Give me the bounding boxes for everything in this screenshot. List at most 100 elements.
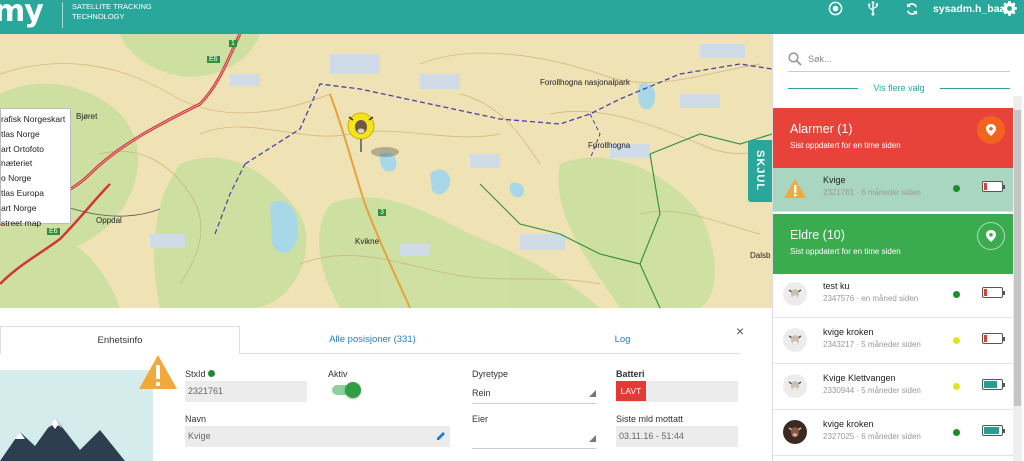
layer-option[interactable]: tlas Norge [1, 127, 70, 142]
battery-level [984, 335, 988, 342]
battery-nub [1003, 429, 1005, 433]
cow-icon [788, 289, 802, 299]
top-bar: my SATELLITE TRACKING TECHNOLOGY sysadm.… [0, 0, 1024, 34]
map-pin-icon[interactable] [977, 222, 1005, 250]
alarm-group-subtitle: Sist oppdatert for en time siden [790, 141, 901, 150]
aktiv-label: Aktiv [328, 369, 348, 379]
item-name: test ku [823, 281, 850, 291]
battery-level [984, 289, 988, 296]
status-dot [953, 383, 960, 390]
chevron-down-icon [589, 390, 596, 397]
map-layer-menu[interactable]: rafisk Norgeskart tlas Norge art Ortofot… [0, 108, 71, 228]
device-list-item[interactable]: kvige kroken 2343217 · 5 måneder siden [773, 320, 1013, 364]
status-dot [953, 337, 960, 344]
last-message-label: Siste mld mottatt [616, 414, 684, 424]
dyretype-value: Rein [472, 388, 491, 398]
old-group-header[interactable]: Eldre (10) Sist oppdatert for en time si… [773, 214, 1013, 274]
map-pin-icon[interactable] [977, 116, 1005, 144]
battery-nub [1003, 291, 1005, 295]
layer-option[interactable]: næteriet [1, 156, 70, 171]
layer-option[interactable]: o Norge [1, 171, 70, 186]
tab-device-info[interactable]: Enhetsinfo [0, 326, 240, 354]
avatar [783, 282, 807, 306]
layer-option[interactable]: street map [1, 216, 70, 231]
sidebar-scrollbar[interactable] [1013, 96, 1022, 461]
item-name: kvige kroken [823, 327, 874, 337]
alarm-group-header[interactable]: Alarmer (1) Sist oppdatert for en time s… [773, 108, 1013, 168]
item-name: Kvige [823, 175, 846, 185]
scrollbar-thumb[interactable] [1014, 110, 1021, 406]
stxid-field: 2321761 [185, 381, 307, 402]
battery-icon [982, 287, 1005, 298]
device-list-item[interactable]: test ku 2347576 · en måned siden [773, 274, 1013, 318]
device-list-item[interactable]: kvige kroken 2327025 · 6 måneder siden [773, 412, 1013, 456]
status-dot [953, 429, 960, 436]
battery-icon [982, 425, 1005, 436]
tab-log[interactable]: Log [505, 326, 740, 354]
avatar [783, 420, 807, 444]
layer-option[interactable]: art Ortofoto [1, 142, 70, 157]
place-label: Kvikne [355, 237, 380, 246]
battery-nub [1003, 383, 1005, 387]
alarm-list-item[interactable]: Kvige 2321761 · 6 måneder siden [773, 168, 1013, 212]
tab-all-positions[interactable]: Alle posisjoner (331) [240, 326, 505, 354]
dyretype-select[interactable]: Rein [472, 383, 596, 404]
close-panel-button[interactable]: × [736, 323, 744, 339]
item-name: Kvige Klettvangen [823, 373, 896, 383]
item-subtitle: 2347576 · en måned siden [823, 294, 919, 303]
hide-sidebar-tab[interactable]: SKJUL [748, 140, 772, 202]
usb-icon[interactable] [864, 0, 882, 17]
map-canvas[interactable] [0, 34, 772, 308]
animal-marker[interactable] [347, 112, 399, 157]
layer-option[interactable]: art Norge [1, 201, 70, 216]
battery-icon [982, 181, 1005, 192]
navn-label: Navn [185, 414, 207, 424]
status-dot [208, 370, 216, 377]
item-subtitle: 2327025 · 6 måneder siden [823, 432, 921, 441]
layer-option[interactable]: rafisk Norgeskart [1, 112, 70, 127]
last-message-field: 03.11.16 - 51:44 [616, 426, 738, 447]
road-sign: 3 [378, 209, 386, 216]
warning-icon [783, 178, 807, 204]
place-label: Oppdal [96, 216, 122, 225]
tagline-line-1: SATELLITE TRACKING [72, 2, 152, 11]
gear-icon[interactable] [1000, 0, 1018, 17]
cow-icon [788, 381, 802, 391]
eier-label: Eier [472, 414, 489, 424]
cow-icon [788, 335, 802, 345]
tagline-line-2: TECHNOLOGY [72, 12, 125, 21]
refresh-icon[interactable] [903, 0, 921, 17]
search-box[interactable]: Søk... [788, 48, 1010, 72]
battery-level [984, 427, 1000, 434]
map-view[interactable]: rafisk Norgeskart tlas Norge art Ortofot… [0, 34, 772, 308]
eier-select[interactable] [472, 428, 596, 449]
old-group-title: Eldre (10) [790, 228, 845, 242]
item-subtitle: 2330944 · 5 måneder siden [823, 386, 921, 395]
status-dot [953, 291, 960, 298]
stxid-label: StxId [185, 369, 216, 379]
item-subtitle: 2321761 · 6 måneder siden [823, 188, 921, 197]
toggle-knob [345, 382, 361, 398]
layer-option[interactable]: tlas Europa [1, 186, 70, 201]
batteri-label: Batteri [616, 369, 645, 379]
username[interactable]: sysadm.h_baar [933, 3, 1009, 15]
edit-pencil-icon[interactable] [436, 431, 446, 441]
more-options[interactable]: Vis flere valg [786, 82, 1012, 96]
navn-value: Kvige [188, 431, 211, 441]
battery-level [984, 183, 988, 190]
navn-field[interactable]: Kvige [185, 426, 450, 447]
target-icon[interactable] [826, 0, 844, 17]
aktiv-toggle[interactable] [332, 382, 362, 398]
search-icon [788, 52, 802, 66]
device-list-item[interactable]: Kvige Klettvangen 2330944 · 5 måneder sid… [773, 366, 1013, 410]
cow-icon [788, 427, 802, 437]
place-label: Dalsb [750, 251, 771, 260]
alarm-group-title: Alarmer (1) [790, 122, 853, 136]
place-label: Bjøret [76, 112, 98, 121]
avatar [783, 374, 807, 398]
item-name: kvige kroken [823, 419, 874, 429]
logo[interactable]: my [0, 0, 44, 29]
battery-nub [1003, 185, 1005, 189]
search-placeholder[interactable]: Søk... [808, 54, 832, 64]
battery-icon [982, 379, 1005, 390]
